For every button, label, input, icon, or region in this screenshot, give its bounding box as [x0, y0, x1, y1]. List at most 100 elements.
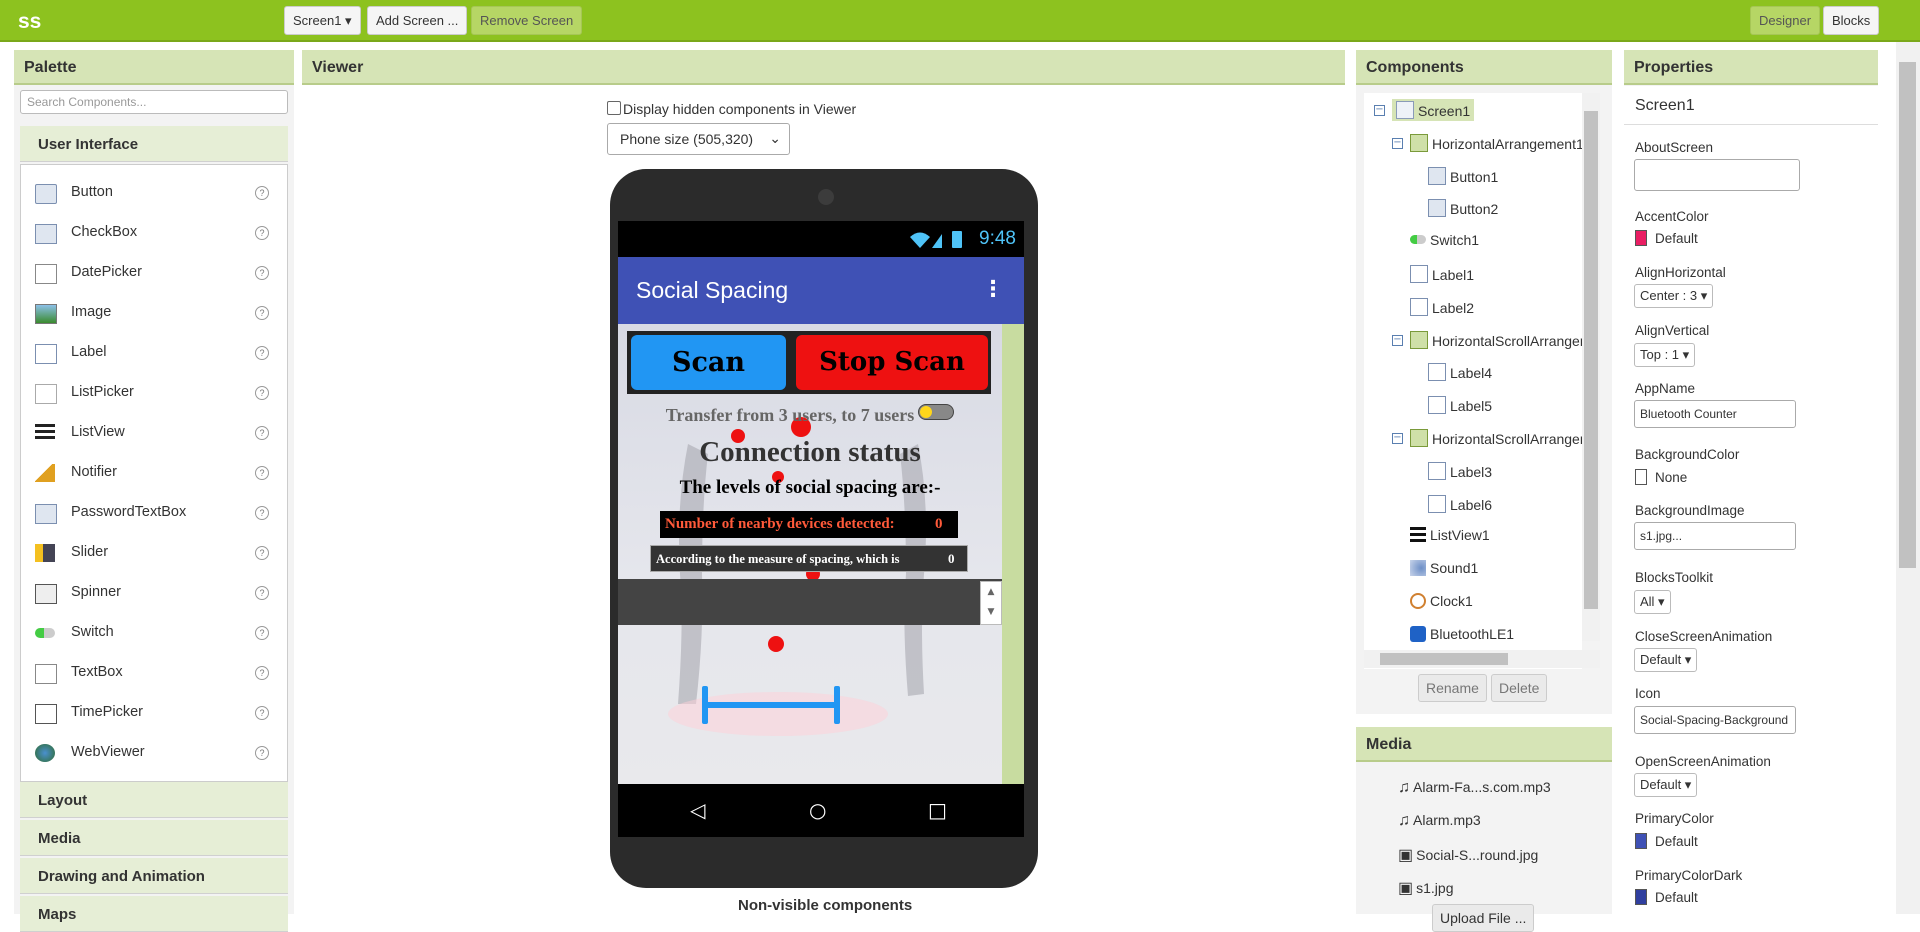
align-horizontal-select[interactable]: Center : 3 ▾ — [1634, 284, 1714, 308]
tree-node-label5[interactable]: Label5 — [1428, 396, 1492, 415]
palette-item-textbox[interactable]: TextBox? — [21, 653, 287, 693]
help-icon[interactable]: ? — [255, 426, 269, 440]
palette-item-webviewer[interactable]: WebViewer? — [21, 733, 287, 773]
background-image-input[interactable]: s1.jpg... — [1634, 522, 1796, 550]
label-icon — [1428, 363, 1446, 382]
tree-node-label4[interactable]: Label4 — [1428, 363, 1492, 382]
tree-horizontal-scrollbar[interactable] — [1364, 650, 1600, 668]
search-components-input[interactable]: Search Components... — [20, 90, 288, 114]
tree-node-sound1[interactable]: Sound1 — [1410, 560, 1478, 577]
collapse-toggle-icon[interactable]: − — [1374, 105, 1385, 116]
category-layout[interactable]: Layout — [20, 782, 288, 818]
remove-screen-button[interactable]: Remove Screen — [471, 6, 583, 35]
palette-item-datepicker[interactable]: DatePicker? — [21, 253, 287, 293]
palette-item-label: Image — [71, 304, 112, 320]
screen-selector[interactable]: Screen1 ▾ — [284, 6, 361, 35]
collapse-toggle-icon[interactable]: − — [1392, 334, 1403, 346]
phone-size-select[interactable]: Phone size (505,320) ⌄ — [607, 123, 790, 155]
help-icon[interactable]: ? — [255, 346, 269, 360]
transfer-switch[interactable]: Transfer from 3 users, to 7 users — [618, 404, 1002, 426]
toggle-switch[interactable] — [918, 404, 955, 420]
tree-vertical-scrollbar[interactable] — [1582, 93, 1600, 641]
category-media[interactable]: Media — [20, 820, 288, 856]
help-icon[interactable]: ? — [255, 586, 269, 600]
palette-item-slider[interactable]: Slider? — [21, 533, 287, 573]
media-file-item[interactable]: ▣ Social-S...round.jpg — [1398, 845, 1538, 865]
help-icon[interactable]: ? — [255, 626, 269, 640]
primary-color-dark-picker[interactable]: Default — [1635, 889, 1698, 905]
list-view[interactable]: ▲ ▼ — [618, 579, 1002, 625]
close-animation-select[interactable]: Default ▾ — [1634, 648, 1698, 672]
help-icon[interactable]: ? — [255, 506, 269, 520]
palette-item-timepicker[interactable]: TimePicker? — [21, 693, 287, 733]
overflow-menu-icon[interactable]: ⋮ — [982, 279, 1004, 301]
page-scrollbar[interactable] — [1896, 42, 1920, 914]
recents-icon[interactable]: □ — [928, 799, 947, 821]
help-icon[interactable]: ? — [255, 546, 269, 560]
help-icon[interactable]: ? — [255, 706, 269, 720]
collapse-toggle-icon[interactable]: − — [1392, 137, 1403, 149]
delete-button[interactable]: Delete — [1491, 674, 1548, 702]
palette-item-checkbox[interactable]: CheckBox? — [21, 213, 287, 253]
tree-node-listview1[interactable]: ListView1 — [1410, 527, 1490, 544]
palette-item-label[interactable]: Label? — [21, 333, 287, 373]
rename-button[interactable]: Rename — [1418, 674, 1487, 702]
home-icon[interactable]: ○ — [809, 799, 826, 821]
blocks-toolkit-select[interactable]: All ▾ — [1634, 590, 1671, 614]
palette-item-listpicker[interactable]: ListPicker? — [21, 373, 287, 413]
help-icon[interactable]: ? — [255, 466, 269, 480]
palette-item-button[interactable]: Button? — [21, 173, 287, 213]
palette-item-notifier[interactable]: Notifier? — [21, 453, 287, 493]
tree-node-screen1[interactable]: Screen1 — [1392, 99, 1475, 121]
help-icon[interactable]: ? — [255, 266, 269, 280]
tree-node-switch1[interactable]: Switch1 — [1410, 232, 1479, 248]
checkbox-icon[interactable] — [607, 101, 621, 115]
tree-node-horizontalscrollarrangement2[interactable]: HorizontalScrollArrangement2 — [1410, 429, 1582, 447]
tree-node-button1[interactable]: Button1 — [1428, 166, 1498, 185]
media-file-item[interactable]: ♫ Alarm-Fa...s.com.mp3 — [1398, 779, 1551, 797]
tree-node-label6[interactable]: Label6 — [1428, 494, 1492, 513]
blocks-button[interactable]: Blocks — [1823, 6, 1880, 35]
tree-node-horizontalscrollarrangement1[interactable]: HorizontalScrollArrangement1 — [1410, 330, 1582, 349]
tree-node-horizontalarrangement1[interactable]: HorizontalArrangement1 — [1410, 133, 1582, 152]
tree-node-label3[interactable]: Label3 — [1428, 461, 1492, 480]
back-icon[interactable]: ◁ — [690, 799, 705, 821]
tree-node-label2[interactable]: Label2 — [1410, 297, 1474, 316]
app-name-input[interactable]: Bluetooth Counter — [1634, 400, 1796, 428]
display-hidden-checkbox[interactable]: Display hidden components in Viewer — [607, 101, 856, 117]
palette-item-image[interactable]: Image? — [21, 293, 287, 333]
palette-item-listview[interactable]: ListView? — [21, 413, 287, 453]
help-icon[interactable]: ? — [255, 226, 269, 240]
help-icon[interactable]: ? — [255, 746, 269, 760]
tree-node-bluetoothle1[interactable]: BluetoothLE1 — [1410, 625, 1514, 642]
palette-item-switch[interactable]: Switch? — [21, 613, 287, 653]
help-icon[interactable]: ? — [255, 666, 269, 680]
icon-input[interactable]: Social-Spacing-Background — [1634, 706, 1796, 734]
background-color-picker[interactable]: None — [1635, 469, 1687, 485]
media-file-item[interactable]: ▣ s1.jpg — [1398, 878, 1453, 898]
designer-button[interactable]: Designer — [1750, 6, 1821, 35]
help-icon[interactable]: ? — [255, 186, 269, 200]
listview-scrollbar[interactable]: ▲ ▼ — [980, 581, 1002, 625]
palette-item-passwordtextbox[interactable]: PasswordTextBox? — [21, 493, 287, 533]
category-maps[interactable]: Maps — [20, 896, 288, 932]
scan-button[interactable]: Scan — [631, 335, 786, 390]
help-icon[interactable]: ? — [255, 386, 269, 400]
tree-node-button2[interactable]: Button2 — [1428, 199, 1498, 218]
add-screen-button[interactable]: Add Screen ... — [367, 6, 468, 35]
media-file-item[interactable]: ♫ Alarm.mp3 — [1398, 812, 1481, 830]
align-vertical-select[interactable]: Top : 1 ▾ — [1634, 343, 1696, 367]
category-drawing-animation[interactable]: Drawing and Animation — [20, 858, 288, 894]
palette-item-spinner[interactable]: Spinner? — [21, 573, 287, 613]
accent-color-picker[interactable]: Default — [1635, 230, 1698, 246]
upload-file-button[interactable]: Upload File ... — [1432, 904, 1535, 932]
category-user-interface[interactable]: User Interface — [20, 126, 288, 162]
primary-color-picker[interactable]: Default — [1635, 833, 1698, 849]
about-screen-textarea[interactable] — [1634, 159, 1800, 191]
tree-node-label1[interactable]: Label1 — [1410, 265, 1474, 283]
stop-scan-button[interactable]: Stop Scan — [796, 335, 988, 390]
open-animation-select[interactable]: Default ▾ — [1634, 773, 1698, 797]
collapse-toggle-icon[interactable]: − — [1392, 433, 1403, 444]
help-icon[interactable]: ? — [255, 306, 269, 320]
tree-node-clock1[interactable]: Clock1 — [1410, 593, 1473, 609]
